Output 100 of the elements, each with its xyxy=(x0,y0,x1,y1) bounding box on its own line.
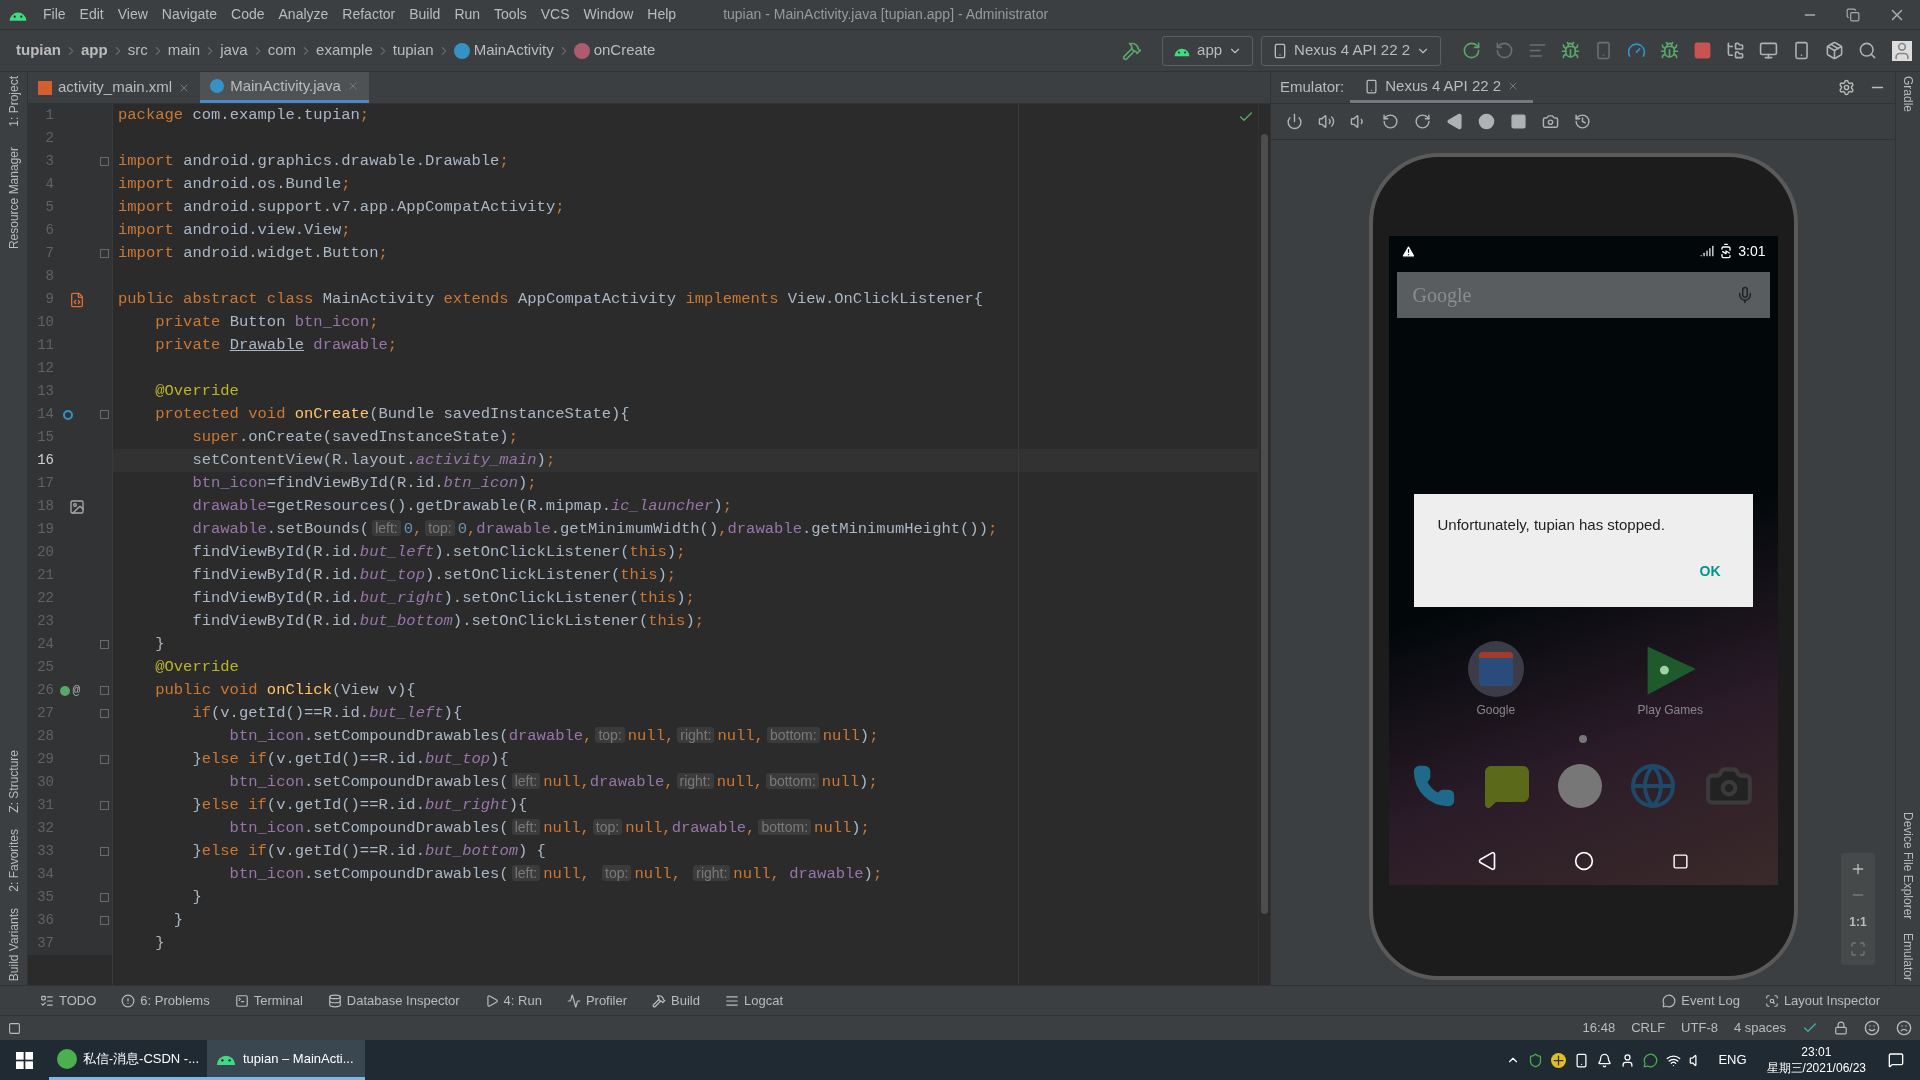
tool-window-button[interactable]: Layout Inspector xyxy=(1764,990,1880,1011)
annotation-marker[interactable]: @ xyxy=(72,680,81,701)
smile-icon[interactable] xyxy=(1864,1020,1880,1036)
screenshot-icon[interactable] xyxy=(1542,113,1559,130)
snapshot-icon[interactable] xyxy=(1574,113,1591,130)
fold-marker-icon[interactable] xyxy=(100,249,109,258)
app-label[interactable]: Google xyxy=(1476,701,1516,719)
tool-window-button[interactable]: Logcat xyxy=(725,990,784,1011)
menu-item[interactable]: View xyxy=(110,4,155,25)
breadcrumb-item[interactable]: main xyxy=(167,39,201,62)
tool-window-button[interactable]: Database Inspector xyxy=(327,990,460,1011)
lock-icon[interactable] xyxy=(1834,1021,1848,1035)
fold-marker-icon[interactable] xyxy=(100,755,109,764)
menu-item[interactable]: File xyxy=(36,4,73,25)
frown-icon[interactable] xyxy=(1896,1020,1912,1036)
clock[interactable]: 23:01 星期三/2021/06/23 xyxy=(1766,1044,1866,1076)
status-item[interactable]: 16:48 xyxy=(1582,1018,1616,1038)
breadcrumb-item[interactable]: example xyxy=(316,39,373,62)
phone-icon[interactable] xyxy=(1412,764,1456,808)
breadcrumb-item[interactable]: java xyxy=(220,39,248,62)
menu-item[interactable]: Edit xyxy=(72,4,111,25)
run-anything-icon[interactable] xyxy=(1759,41,1778,60)
tool-window-button[interactable]: Terminal xyxy=(234,990,303,1011)
breadcrumb-item[interactable]: com xyxy=(267,39,297,62)
power-icon[interactable] xyxy=(1286,113,1303,130)
breadcrumb-item[interactable]: tupian xyxy=(16,39,61,62)
layout-file-icon[interactable] xyxy=(69,291,85,308)
tool-window-button[interactable]: Event Log xyxy=(1662,990,1740,1011)
project-structure-icon[interactable] xyxy=(1726,41,1745,60)
status-item[interactable]: 4 spaces xyxy=(1733,1018,1786,1038)
notification-icon[interactable] xyxy=(1597,1052,1613,1068)
status-item[interactable]: CRLF xyxy=(1631,1018,1666,1038)
tool-window-tab[interactable]: Build Variants xyxy=(0,907,31,981)
app-label[interactable]: Play Games xyxy=(1637,701,1703,719)
ok-button[interactable]: OK xyxy=(1691,560,1729,582)
fold-marker-icon[interactable] xyxy=(100,157,109,166)
debug-icon[interactable] xyxy=(1561,41,1580,60)
menu-item[interactable]: Navigate xyxy=(154,4,225,25)
hammer-icon[interactable] xyxy=(1122,40,1143,61)
tool-window-button[interactable]: Build xyxy=(652,990,700,1011)
menu-item[interactable]: Analyze xyxy=(271,4,336,25)
fold-marker-icon[interactable] xyxy=(100,847,109,856)
menu-item[interactable]: Tools xyxy=(487,4,534,25)
tool-window-tab[interactable]: Gradle xyxy=(1891,76,1920,113)
breadcrumb-item[interactable]: MainActivity xyxy=(473,39,554,62)
tool-window-tab[interactable]: 1: Project xyxy=(0,76,31,127)
overview-icon[interactable] xyxy=(1671,852,1689,870)
fold-marker-icon[interactable] xyxy=(100,410,109,419)
device-manager-icon[interactable] xyxy=(1792,41,1811,60)
profile-icon[interactable] xyxy=(1627,41,1646,60)
breadcrumb-item[interactable]: tupian xyxy=(392,39,434,62)
tool-window-button[interactable]: 4: Run xyxy=(484,990,542,1011)
editor-tab[interactable]: MainActivity.java xyxy=(200,72,369,103)
stop-icon[interactable] xyxy=(1693,41,1712,60)
device-tab[interactable]: Nexus 4 API 22 2 xyxy=(1350,72,1534,103)
menu-item[interactable]: Window xyxy=(576,4,641,25)
action-center-icon[interactable] xyxy=(1888,1052,1904,1068)
back-icon[interactable] xyxy=(1477,851,1498,871)
breadcrumb-item[interactable]: onCreate xyxy=(593,39,656,62)
sdk-manager-icon[interactable] xyxy=(1825,41,1844,60)
device-dropdown[interactable]: Nexus 4 API 22 2 xyxy=(1261,35,1441,66)
shield-icon[interactable] xyxy=(1528,1052,1544,1068)
menu-item[interactable]: Code xyxy=(224,4,272,25)
menu-item[interactable]: Help xyxy=(640,4,684,25)
tool-window-tab[interactable]: Emulator xyxy=(1891,932,1920,981)
rotate-right-icon[interactable] xyxy=(1414,113,1431,130)
settings-icon[interactable] xyxy=(1838,79,1855,96)
actual-size-button[interactable]: 1:1 xyxy=(1849,913,1867,931)
fold-marker-icon[interactable] xyxy=(100,709,109,718)
fold-marker-icon[interactable] xyxy=(100,916,109,925)
search-icon[interactable] xyxy=(1858,41,1877,60)
tool-window-button[interactable]: 6: Problems xyxy=(121,990,210,1011)
menu-item[interactable]: Run xyxy=(447,4,488,25)
override-marker-icon[interactable] xyxy=(63,409,73,420)
editor-tab[interactable]: activity_main.xml xyxy=(28,72,201,103)
tool-window-button[interactable]: Profiler xyxy=(566,990,628,1011)
fold-marker-icon[interactable] xyxy=(100,640,109,649)
tool-window-tab[interactable]: Device File Explorer xyxy=(1891,811,1920,919)
rotate-left-icon[interactable] xyxy=(1382,113,1399,130)
tool-window-button[interactable]: TODO xyxy=(40,990,97,1011)
menu-item[interactable]: VCS xyxy=(533,4,577,25)
menu-item[interactable]: Build xyxy=(402,4,448,25)
status-item[interactable]: UTF-8 xyxy=(1681,1018,1718,1038)
tool-window-tab[interactable]: Resource Manager xyxy=(0,146,31,249)
fold-marker-icon[interactable] xyxy=(100,801,109,810)
device-icon[interactable] xyxy=(1574,1052,1590,1068)
panel-toggle-icon[interactable] xyxy=(8,1021,21,1035)
language-indicator[interactable]: ENG xyxy=(1718,1050,1747,1070)
menu-item[interactable]: Refactor xyxy=(335,4,403,25)
breadcrumb-item[interactable]: app xyxy=(81,39,108,62)
network-icon[interactable] xyxy=(1666,1052,1682,1068)
zoom-in-icon[interactable] xyxy=(1850,861,1866,877)
message-icon[interactable] xyxy=(1643,1052,1659,1068)
volume-up-icon[interactable] xyxy=(1318,113,1335,130)
avatar-icon[interactable] xyxy=(1892,40,1912,61)
tool-window-tab[interactable]: 2: Favorites xyxy=(0,829,31,892)
fold-marker-icon[interactable] xyxy=(100,686,109,695)
overview-icon[interactable] xyxy=(1510,113,1527,130)
scrollbar[interactable] xyxy=(1261,134,1268,914)
tool-window-tab[interactable]: Z: Structure xyxy=(0,750,31,814)
